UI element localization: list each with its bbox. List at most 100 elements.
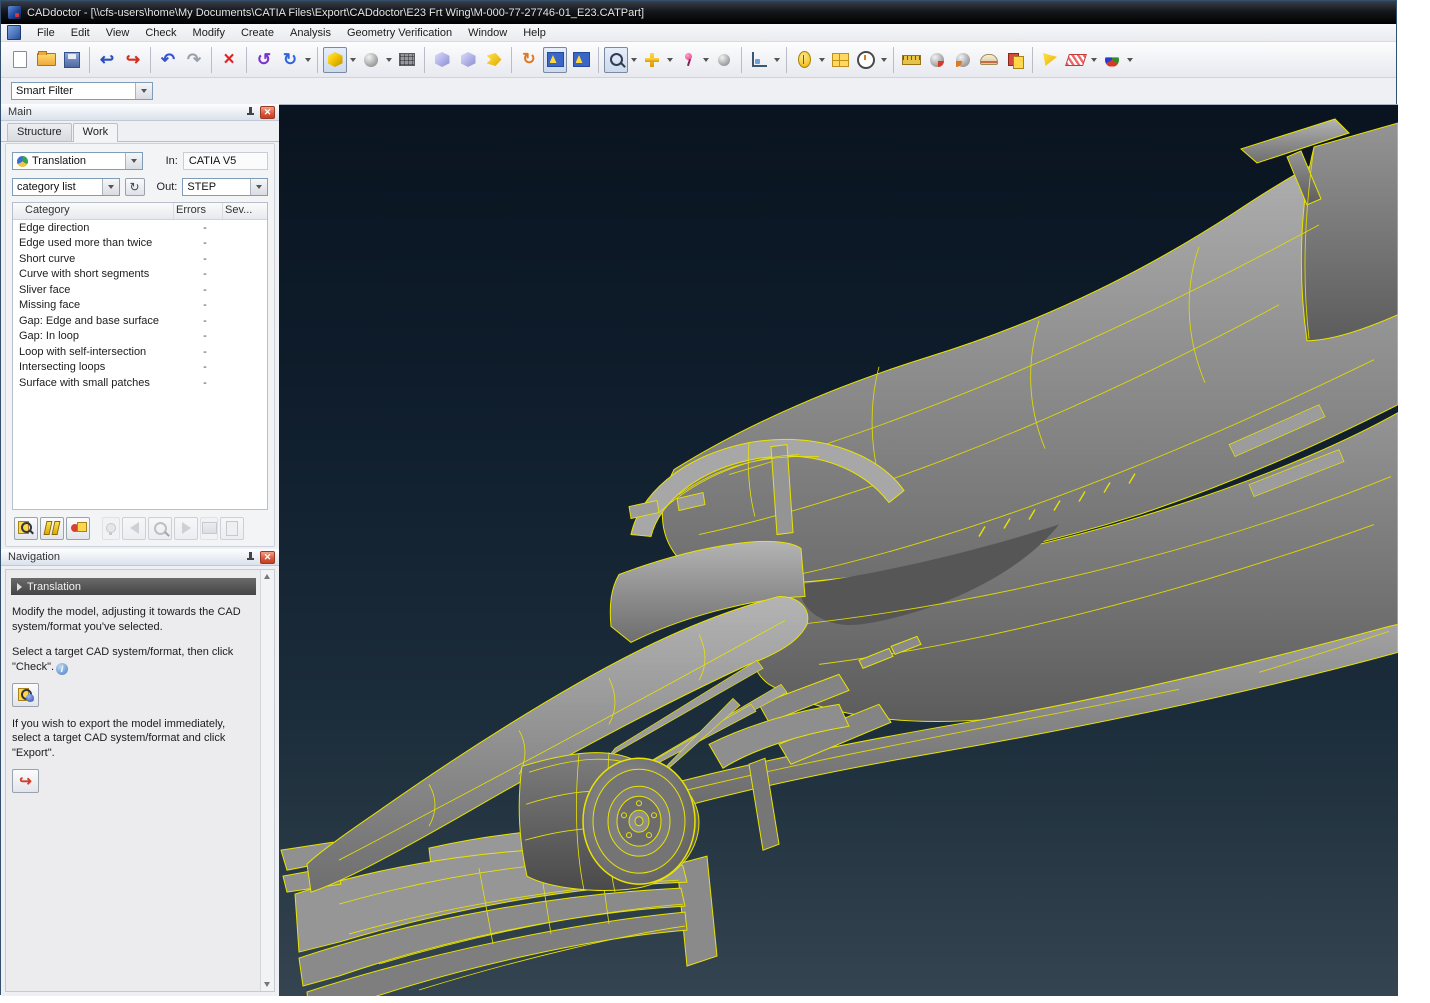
direction-arrow-button[interactable]: [482, 47, 506, 73]
out-format-combo[interactable]: STEP: [182, 178, 268, 196]
sphere-tool-button[interactable]: [712, 47, 736, 73]
menu-window[interactable]: Window: [460, 25, 515, 41]
hatched-plane-button[interactable]: [1064, 47, 1088, 73]
smart-filter-dropdown-button[interactable]: [135, 83, 152, 99]
scroll-down-button[interactable]: [261, 978, 273, 991]
hint-button[interactable]: [102, 517, 120, 540]
table-row[interactable]: Short curve-: [13, 251, 267, 267]
category-combo[interactable]: category list: [12, 178, 120, 196]
column-errors[interactable]: Errors: [174, 203, 223, 219]
rotate-cw-button[interactable]: ↻: [278, 47, 302, 73]
table-row[interactable]: Gap: Edge and base surface-: [13, 313, 267, 329]
table-row[interactable]: Surface with small patches-: [13, 375, 267, 391]
menu-modify[interactable]: Modify: [185, 25, 233, 41]
dropdown-arrow-icon[interactable]: [1091, 58, 1097, 62]
dome-tool-button[interactable]: [977, 47, 1001, 73]
snapshot-button[interactable]: [200, 517, 218, 540]
select-entity-button[interactable]: [543, 47, 567, 73]
measure-ruler-button[interactable]: [899, 47, 923, 73]
dropdown-arrow-icon[interactable]: [881, 58, 887, 62]
solid-cube-alt-button[interactable]: [456, 47, 480, 73]
pin-icon[interactable]: [246, 107, 255, 117]
info-icon[interactable]: i: [56, 663, 68, 675]
dropdown-arrow-icon[interactable]: [350, 58, 356, 62]
navigation-panel-close-button[interactable]: ✕: [260, 551, 275, 564]
menu-create[interactable]: Create: [233, 25, 282, 41]
previous-error-button[interactable]: [122, 517, 146, 540]
navigation-export-button[interactable]: ↪: [12, 769, 39, 793]
move-compass-button[interactable]: [640, 47, 664, 73]
menu-analysis[interactable]: Analysis: [282, 25, 339, 41]
main-panel-close-button[interactable]: ✕: [260, 106, 275, 119]
table-row[interactable]: Gap: In loop-: [13, 329, 267, 345]
title-bar[interactable]: CADdoctor - [\\cfs-users\home\My Documen…: [1, 1, 1396, 24]
menu-geometry-verification[interactable]: Geometry Verification: [339, 25, 460, 41]
column-severity[interactable]: Sev...: [223, 203, 267, 219]
category-table[interactable]: Category Errors Sev... Edge direction- E…: [12, 202, 268, 510]
f1-car-model[interactable]: [279, 105, 1398, 996]
entity-info-button[interactable]: [792, 47, 816, 73]
locate-error-button[interactable]: [148, 517, 172, 540]
shaded-view-button[interactable]: [323, 47, 347, 73]
refresh-button[interactable]: ↻: [125, 178, 145, 196]
translation-section-header[interactable]: Translation: [11, 578, 256, 595]
export-button[interactable]: ↪: [121, 47, 145, 73]
dropdown-arrow-icon[interactable]: [386, 58, 392, 62]
menu-check[interactable]: Check: [137, 25, 184, 41]
flag-tool-button[interactable]: [1038, 47, 1062, 73]
column-category[interactable]: Category: [13, 203, 174, 219]
out-combo-dropdown[interactable]: [250, 179, 267, 195]
rgb-shell-button[interactable]: [1100, 47, 1124, 73]
menu-edit[interactable]: Edit: [63, 25, 98, 41]
dropdown-arrow-icon[interactable]: [631, 58, 637, 62]
sphere-section-red-button[interactable]: [925, 47, 949, 73]
select-entity-alt-button[interactable]: [569, 47, 593, 73]
table-row[interactable]: Intersecting loops-: [13, 360, 267, 376]
solid-cube-button[interactable]: [430, 47, 454, 73]
navigation-check-button[interactable]: [12, 683, 39, 707]
save-button[interactable]: [60, 47, 84, 73]
heal-faces-button[interactable]: [66, 517, 90, 540]
table-row[interactable]: Missing face-: [13, 298, 267, 314]
table-row[interactable]: Loop with self-intersection-: [13, 344, 267, 360]
dropdown-arrow-icon[interactable]: [1127, 58, 1133, 62]
table-row[interactable]: Edge used more than twice-: [13, 236, 267, 252]
compare-button[interactable]: [40, 517, 64, 540]
menu-help[interactable]: Help: [515, 25, 554, 41]
category-combo-dropdown[interactable]: [102, 179, 119, 195]
sphere-section-orange-button[interactable]: [951, 47, 975, 73]
smart-filter-combo[interactable]: Smart Filter: [11, 82, 153, 100]
redo-button[interactable]: ↷: [182, 47, 206, 73]
new-document-button[interactable]: [8, 47, 32, 73]
undo-button[interactable]: ↶: [156, 47, 180, 73]
rotate-ccw-button[interactable]: ↺: [252, 47, 276, 73]
mode-combo-dropdown[interactable]: [125, 153, 142, 169]
scroll-up-button[interactable]: [261, 570, 273, 583]
dropdown-arrow-icon[interactable]: [667, 58, 673, 62]
tab-work[interactable]: Work: [73, 123, 118, 142]
next-error-button[interactable]: [174, 517, 198, 540]
pin-marker-button[interactable]: [676, 47, 700, 73]
navigation-panel-header[interactable]: Navigation ✕: [1, 549, 279, 566]
check-button[interactable]: [14, 517, 38, 540]
timer-button[interactable]: [854, 47, 878, 73]
dropdown-arrow-icon[interactable]: [703, 58, 709, 62]
table-row[interactable]: Edge direction-: [13, 220, 267, 236]
menu-file[interactable]: File: [29, 25, 63, 41]
tab-structure[interactable]: Structure: [7, 123, 72, 141]
axis-system-button[interactable]: [747, 47, 771, 73]
compare-pages-button[interactable]: [1003, 47, 1027, 73]
zoom-box-button[interactable]: [604, 47, 628, 73]
open-button[interactable]: [34, 47, 58, 73]
dropdown-arrow-icon[interactable]: [819, 58, 825, 62]
sync-model-button[interactable]: ↻: [517, 47, 541, 73]
delete-button[interactable]: ×: [217, 47, 241, 73]
wireframe-sphere-button[interactable]: [359, 47, 383, 73]
grid-table-button[interactable]: [828, 47, 852, 73]
import-button[interactable]: ↩: [95, 47, 119, 73]
front-tire[interactable]: [519, 752, 699, 892]
menu-view[interactable]: View: [98, 25, 138, 41]
mesh-view-button[interactable]: [395, 47, 419, 73]
table-row[interactable]: Curve with short segments-: [13, 267, 267, 283]
dropdown-arrow-icon[interactable]: [774, 58, 780, 62]
